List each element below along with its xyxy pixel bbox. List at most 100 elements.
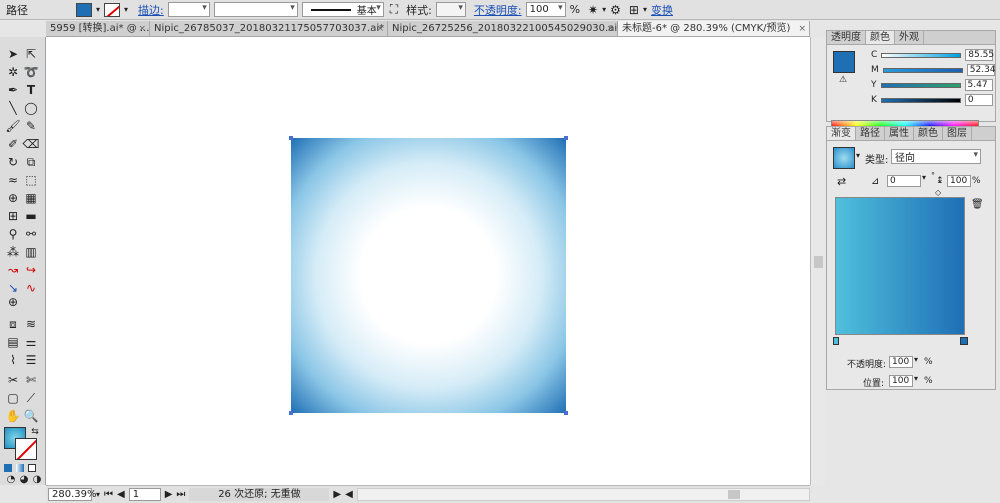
- location-chevron-down-icon[interactable]: ▾: [914, 374, 918, 383]
- out-of-gamut-icon[interactable]: ⚠: [839, 75, 847, 85]
- tab-layers[interactable]: 图层: [943, 127, 972, 140]
- reshape-icon[interactable]: ↪: [22, 261, 40, 279]
- doc-tab[interactable]: Nipic_26785037_20180321175057703037.ai* ×: [150, 21, 388, 36]
- recolor-chevron-down-icon[interactable]: ▾: [602, 5, 606, 14]
- prev-page-icon[interactable]: ◀: [117, 489, 125, 500]
- tab-transparency[interactable]: 透明度: [827, 31, 866, 44]
- slider-k[interactable]: K 0: [871, 94, 993, 106]
- style-dropdown[interactable]: [435, 2, 466, 17]
- tab-appearance[interactable]: 外观: [895, 31, 924, 44]
- symbol-sprayer-icon[interactable]: ⁂: [4, 243, 22, 261]
- direct-selection-icon[interactable]: ⇱: [22, 45, 40, 63]
- gear-icon[interactable]: ⚙: [610, 3, 621, 17]
- lasso-icon[interactable]: ➰: [22, 63, 40, 81]
- gradient-slider-preview[interactable]: [835, 197, 965, 335]
- rectangle-icon[interactable]: ▢: [4, 389, 22, 407]
- close-icon[interactable]: ×: [606, 21, 614, 36]
- aspect-ratio-input[interactable]: 100: [947, 175, 971, 187]
- selection-handle[interactable]: [564, 136, 568, 140]
- channel-value-input[interactable]: 85.55: [965, 49, 994, 61]
- hand-icon[interactable]: ✋: [4, 407, 22, 425]
- first-page-icon[interactable]: ⏮: [104, 489, 113, 500]
- channel-value-input[interactable]: 5.47: [964, 79, 993, 91]
- width-tool-icon[interactable]: ↝: [4, 261, 22, 279]
- stroke-color-box[interactable]: [15, 438, 37, 460]
- page-input[interactable]: 1: [128, 488, 161, 501]
- transform-link[interactable]: 变换: [651, 2, 673, 18]
- close-icon[interactable]: ×: [138, 21, 146, 36]
- gradient-chevron-down-icon[interactable]: ▾: [856, 151, 860, 160]
- shape-builder-icon[interactable]: ⊕: [4, 189, 22, 207]
- slider-c[interactable]: C 85.55: [871, 49, 994, 61]
- tab-pathfinder[interactable]: 路径: [856, 127, 885, 140]
- scissors-icon[interactable]: ✄: [22, 371, 40, 389]
- close-icon[interactable]: ×: [798, 21, 806, 36]
- eraser-icon[interactable]: ⌫: [22, 135, 40, 153]
- tab-color[interactable]: 颜色: [866, 31, 895, 44]
- eyedropper-icon[interactable]: ⚲: [4, 225, 22, 243]
- selection-icon[interactable]: ➤: [4, 45, 22, 63]
- type-icon[interactable]: T: [22, 81, 40, 99]
- crosshair-icon[interactable]: ⊕: [4, 293, 22, 311]
- slider-track[interactable]: [880, 82, 961, 88]
- free-transform-icon[interactable]: ⬚: [22, 171, 40, 189]
- recolor-icon[interactable]: ✷: [588, 3, 598, 17]
- delete-stop-icon[interactable]: 🗑: [971, 199, 984, 210]
- scrollbar-thumb[interactable]: [727, 490, 740, 499]
- channel-value-input[interactable]: 52.34: [966, 64, 996, 76]
- tab-color[interactable]: 颜色: [914, 127, 943, 140]
- gradient-type-dropdown[interactable]: 径向: [891, 149, 981, 164]
- stroke-chevron-down-icon[interactable]: ▾: [124, 5, 128, 14]
- pen-icon[interactable]: ✒: [4, 81, 22, 99]
- doc-tab-active[interactable]: 未标题-6* @ 280.39% (CMYK/预览) ×: [618, 21, 810, 36]
- opacity-chevron-down-icon[interactable]: ▾: [914, 355, 918, 364]
- zoom-chevron-down-icon[interactable]: ▾: [96, 490, 100, 499]
- gradient-stop-end[interactable]: [960, 337, 968, 345]
- envelope-icon[interactable]: ≋: [22, 315, 40, 333]
- pencil-icon[interactable]: ✎: [22, 117, 40, 135]
- mesh-icon[interactable]: ⊞: [4, 207, 22, 225]
- status-menu-icon[interactable]: ▶: [333, 489, 341, 500]
- gradient-preview-swatch[interactable]: [833, 147, 855, 169]
- blend-icon[interactable]: ⚯: [22, 225, 40, 243]
- slider-m[interactable]: M 52.34: [871, 64, 996, 76]
- scrollbar-thumb[interactable]: [814, 256, 823, 268]
- list-icon[interactable]: ☰: [22, 351, 40, 369]
- fill-chevron-down-icon[interactable]: ▾: [96, 5, 100, 14]
- fill-swatch[interactable]: [76, 2, 92, 17]
- reverse-gradient-icon[interactable]: ⇄: [837, 175, 846, 188]
- brush-definition-dropdown[interactable]: 基本: [301, 2, 384, 17]
- blob-brush-icon[interactable]: ✐: [4, 135, 22, 153]
- current-fill-swatch[interactable]: [833, 51, 855, 73]
- doc-tab[interactable]: 5959 [转换].ai* @ ... ×: [46, 21, 150, 36]
- artboard-icon[interactable]: ⧈: [4, 315, 22, 333]
- tab-gradient[interactable]: 渐变: [827, 127, 856, 140]
- slider-y[interactable]: Y 5.47: [871, 79, 993, 91]
- chart-icon[interactable]: ▤: [4, 333, 22, 351]
- last-page-icon[interactable]: ⏭: [176, 489, 185, 500]
- opacity-link[interactable]: 不透明度:: [474, 2, 522, 18]
- slice-icon[interactable]: ✂: [4, 371, 22, 389]
- stroke-link[interactable]: 描边:: [138, 2, 164, 18]
- slider-track[interactable]: [880, 97, 961, 103]
- stroke-weight-dropdown[interactable]: [167, 2, 210, 17]
- angle-input[interactable]: 0: [887, 175, 921, 187]
- doc-tab[interactable]: Nipic_26725256_20180322100545029030.ai* ×: [388, 21, 622, 36]
- gradient-square-artwork[interactable]: [291, 138, 566, 413]
- vertical-scrollbar[interactable]: [810, 37, 825, 485]
- scroll-left-icon[interactable]: ◀: [345, 489, 353, 500]
- stop-opacity-input[interactable]: 100: [889, 356, 913, 368]
- artboard-canvas[interactable]: [46, 37, 810, 485]
- selection-handle[interactable]: [289, 136, 293, 140]
- slider-track[interactable]: [881, 52, 962, 58]
- transform-chevron-down-icon[interactable]: ▾: [643, 5, 647, 14]
- align-icon[interactable]: ⛶: [390, 2, 398, 17]
- slider-track[interactable]: [882, 67, 963, 73]
- gradient-icon[interactable]: ▬: [22, 207, 40, 225]
- rotate-icon[interactable]: ↻: [4, 153, 22, 171]
- scale-icon[interactable]: ⧉: [22, 153, 40, 171]
- channel-value-input[interactable]: 0: [964, 94, 993, 106]
- angle-chevron-down-icon[interactable]: ▾: [922, 173, 926, 182]
- close-icon[interactable]: ×: [376, 21, 384, 36]
- perspective-icon[interactable]: ▦: [22, 189, 40, 207]
